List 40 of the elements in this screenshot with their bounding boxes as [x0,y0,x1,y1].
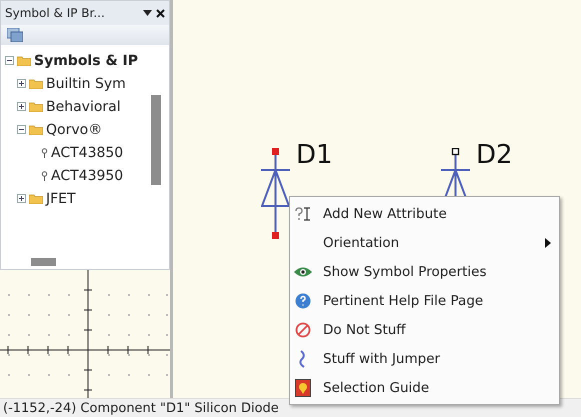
library-icon[interactable] [7,28,23,42]
scrollbar-thumb[interactable] [151,95,161,185]
menu-item[interactable]: Do Not Stuff [290,315,559,344]
menu-item[interactable]: Show Symbol Properties [290,257,559,286]
tree-item[interactable]: Symbols & IP [34,52,138,68]
menu-item[interactable]: Add New Attribute [290,199,559,228]
dropdown-icon[interactable] [143,10,152,16]
tree-item[interactable]: Qorvo® [46,122,102,138]
component-label: D2 [476,140,513,170]
folder-icon [17,55,31,66]
folder-icon [29,78,43,89]
tree-item[interactable]: JFET [46,190,76,206]
collapse-icon[interactable] [17,125,26,134]
menu-item[interactable]: Orientation [290,228,559,257]
pin-icon [41,148,48,158]
close-icon[interactable] [156,8,165,18]
submenu-arrow-icon [545,238,551,248]
tree-item[interactable]: Builtin Sym [46,76,126,92]
eye-icon [293,266,313,278]
help-icon [295,292,311,308]
collapse-icon[interactable] [5,56,14,65]
component-label: D1 [296,140,333,170]
tree-item[interactable]: ACT43950 [51,168,124,184]
scrollbar-thumb[interactable] [31,258,56,266]
menu-item[interactable]: Pertinent Help File Page [290,286,559,315]
forbidden-icon [295,322,311,338]
menu-item[interactable]: Stuff with Jumper [290,344,559,373]
tree-item[interactable]: Behavioral [46,98,121,114]
panel-title: Symbol & IP Br... [5,6,106,20]
attribute-icon [295,206,311,220]
folder-icon [29,101,43,112]
folder-icon [29,124,43,135]
tree-item[interactable]: ACT43850 [51,144,124,160]
guide-icon [295,378,311,396]
folder-icon [29,193,43,204]
pin-icon [41,170,48,180]
expand-icon[interactable] [17,102,26,111]
expand-icon[interactable] [17,194,26,203]
diode-symbol[interactable] [261,148,290,240]
expand-icon[interactable] [17,79,26,88]
